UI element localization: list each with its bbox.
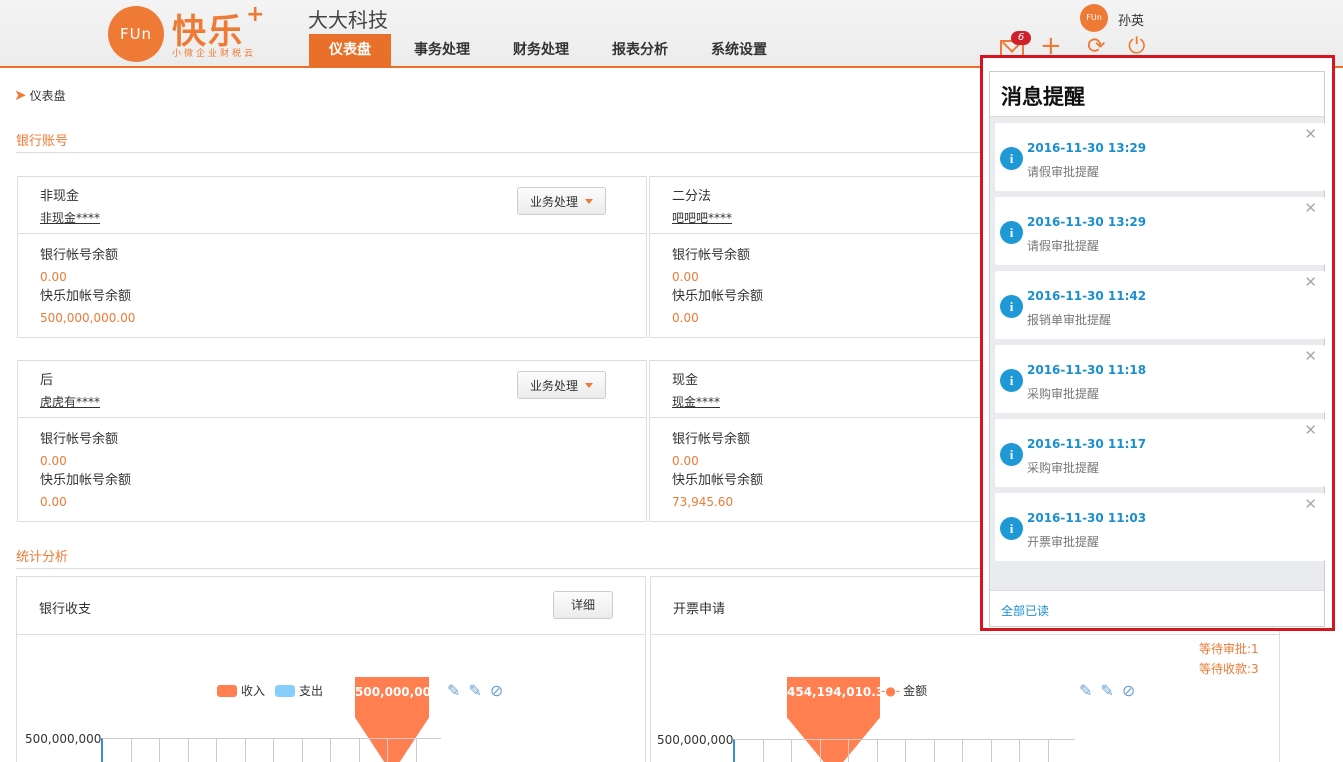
arrow-icon: ➤ — [14, 86, 27, 104]
mail-badge: 6 — [1011, 31, 1031, 45]
info-icon: i — [1000, 147, 1023, 170]
y-axis-label: 500,000,000 — [25, 732, 102, 746]
plus-icon[interactable]: + — [1040, 33, 1062, 59]
notification-item[interactable]: i 2016-11-30 13:29 请假审批提醒 ✕ — [995, 197, 1325, 265]
notification-title: 消息提醒 — [990, 72, 1324, 117]
avatar[interactable]: FUn — [1080, 4, 1108, 32]
notification-item[interactable]: i 2016-11-30 11:17 采购审批提醒 ✕ — [995, 419, 1325, 487]
notification-item[interactable]: i 2016-11-30 11:42 报销单审批提醒 ✕ — [995, 271, 1325, 339]
account-card: 非现金 非现金**** 业务处理 银行帐号余额 0.00 快乐加帐号余额 500… — [17, 176, 647, 338]
notification-footer: 全部已读 — [990, 590, 1324, 626]
bank-balance-label: 银行帐号余额 — [40, 432, 119, 447]
kuaile-balance-label: 快乐加帐号余额 — [40, 289, 132, 304]
notification-time: 2016-11-30 13:29 — [1027, 141, 1147, 155]
y-axis-label: 500,000,000 — [657, 733, 734, 747]
biz-dropdown-button[interactable]: 业务处理 — [517, 187, 606, 215]
account-card: 后 虎虎有**** 业务处理 银行帐号余额 0.00 快乐加帐号余额 0.00 — [17, 360, 647, 522]
info-icon: i — [1000, 517, 1023, 540]
info-icon: i — [1000, 369, 1023, 392]
series-marker-icon: -●- — [881, 683, 901, 698]
caret-down-icon — [585, 382, 593, 388]
close-icon[interactable]: ✕ — [1304, 421, 1317, 439]
notification-item[interactable]: i 2016-11-30 11:03 开票审批提醒 ✕ — [995, 493, 1325, 561]
account-name: 后 — [40, 373, 54, 388]
breadcrumb-label[interactable]: 仪表盘 — [30, 87, 66, 104]
chart-toolbox[interactable]: ✎✎⊘ — [1079, 681, 1143, 700]
notification-time: 2016-11-30 11:42 — [1027, 289, 1147, 303]
legend-amount[interactable]: 金额 — [903, 682, 927, 699]
close-icon[interactable]: ✕ — [1304, 347, 1317, 365]
account-number[interactable]: 吧吧吧**** — [672, 209, 732, 226]
kuaile-balance-label: 快乐加帐号余额 — [40, 473, 132, 488]
bank-balance-label: 银行帐号余额 — [40, 248, 119, 263]
section-title-stats: 统计分析 — [16, 550, 69, 565]
chart-grid — [101, 738, 441, 762]
info-icon: i — [1000, 221, 1023, 244]
section-title-bank: 银行账号 — [16, 134, 69, 149]
kuaile-balance-value: 500,000,000.00 — [40, 310, 136, 325]
notification-time: 2016-11-30 11:17 — [1027, 437, 1147, 451]
notification-item[interactable]: i 2016-11-30 13:29 请假审批提醒 ✕ — [995, 123, 1325, 191]
notification-time: 2016-11-30 11:18 — [1027, 363, 1147, 377]
close-icon[interactable]: ✕ — [1304, 199, 1317, 217]
chart-grid — [733, 739, 1075, 762]
nav-settings[interactable]: 系统设置 — [691, 34, 787, 66]
account-number[interactable]: 现金**** — [672, 393, 720, 410]
close-icon[interactable]: ✕ — [1304, 495, 1317, 513]
caret-down-icon — [585, 198, 593, 204]
notification-text: 采购审批提醒 — [1027, 387, 1100, 401]
notification-dropdown: 消息提醒 i 2016-11-30 13:29 请假审批提醒 ✕ i 2016-… — [989, 71, 1325, 627]
notification-text: 请假审批提醒 — [1027, 239, 1100, 253]
notification-text: 采购审批提醒 — [1027, 461, 1100, 475]
legend-income[interactable]: 收入 — [241, 682, 265, 699]
biz-button-label: 业务处理 — [529, 194, 578, 209]
bank-balance-value: 0.00 — [40, 453, 67, 468]
notification-time: 2016-11-30 13:29 — [1027, 215, 1147, 229]
expense-swatch — [275, 684, 296, 697]
notification-text: 报销单审批提醒 — [1027, 313, 1112, 327]
biz-dropdown-button[interactable]: 业务处理 — [517, 371, 606, 399]
nav-reports[interactable]: 报表分析 — [592, 34, 688, 66]
logo[interactable]: FUn — [108, 6, 164, 62]
detail-button[interactable]: 详细 — [553, 591, 613, 619]
nav-transactions[interactable]: 事务处理 — [394, 34, 490, 66]
chart-legend: 收入 支出 — [217, 682, 323, 699]
invoice-title: 开票申请 — [673, 602, 726, 617]
kuaile-balance-value: 0.00 — [40, 494, 67, 509]
pending-payment[interactable]: 等待收款:3 — [1199, 660, 1259, 677]
main-nav: 仪表盘 事务处理 财务处理 报表分析 系统设置 — [309, 34, 790, 66]
close-icon[interactable]: ✕ — [1304, 125, 1317, 143]
info-icon: i — [1000, 443, 1023, 466]
notification-time: 2016-11-30 11:03 — [1027, 511, 1147, 525]
bank-flow-title: 银行收支 — [39, 602, 92, 617]
account-number[interactable]: 虎虎有**** — [40, 393, 100, 410]
biz-button-label: 业务处理 — [529, 378, 578, 393]
income-swatch — [217, 684, 237, 697]
notification-list: i 2016-11-30 13:29 请假审批提醒 ✕ i 2016-11-30… — [995, 123, 1325, 567]
notification-text: 请假审批提醒 — [1027, 165, 1100, 179]
notification-panel: 消息提醒 i 2016-11-30 13:29 请假审批提醒 ✕ i 2016-… — [980, 55, 1335, 631]
notification-text: 开票审批提醒 — [1027, 535, 1100, 549]
account-number[interactable]: 非现金**** — [40, 209, 100, 226]
user-name[interactable]: 孙英 — [1118, 10, 1144, 29]
breadcrumb: ➤ 仪表盘 — [14, 86, 66, 104]
pending-approval[interactable]: 等待审批:1 — [1199, 640, 1259, 657]
nav-finance[interactable]: 财务处理 — [493, 34, 589, 66]
logo-subtitle: 小微企业财税云 — [172, 49, 257, 59]
account-name: 二分法 — [672, 189, 712, 204]
logo-plus: + — [246, 2, 265, 27]
close-icon[interactable]: ✕ — [1304, 273, 1317, 291]
chart-toolbox[interactable]: ✎✎⊘ — [447, 681, 511, 700]
legend-expense[interactable]: 支出 — [299, 682, 323, 699]
account-name: 非现金 — [40, 189, 80, 204]
info-icon: i — [1000, 295, 1023, 318]
mark-all-read-link[interactable]: 全部已读 — [1001, 602, 1049, 619]
account-name: 现金 — [672, 373, 699, 388]
nav-dashboard[interactable]: 仪表盘 — [309, 34, 391, 66]
company-name: 大大科技 — [308, 8, 388, 32]
bank-balance-value: 0.00 — [40, 269, 67, 284]
chart-legend: -●- 金额 — [881, 682, 927, 699]
bank-flow-card: 银行收支 详细 收入 支出 500,000,000 ✎✎⊘ 500,000,00… — [16, 576, 646, 762]
notification-item[interactable]: i 2016-11-30 11:18 采购审批提醒 ✕ — [995, 345, 1325, 413]
